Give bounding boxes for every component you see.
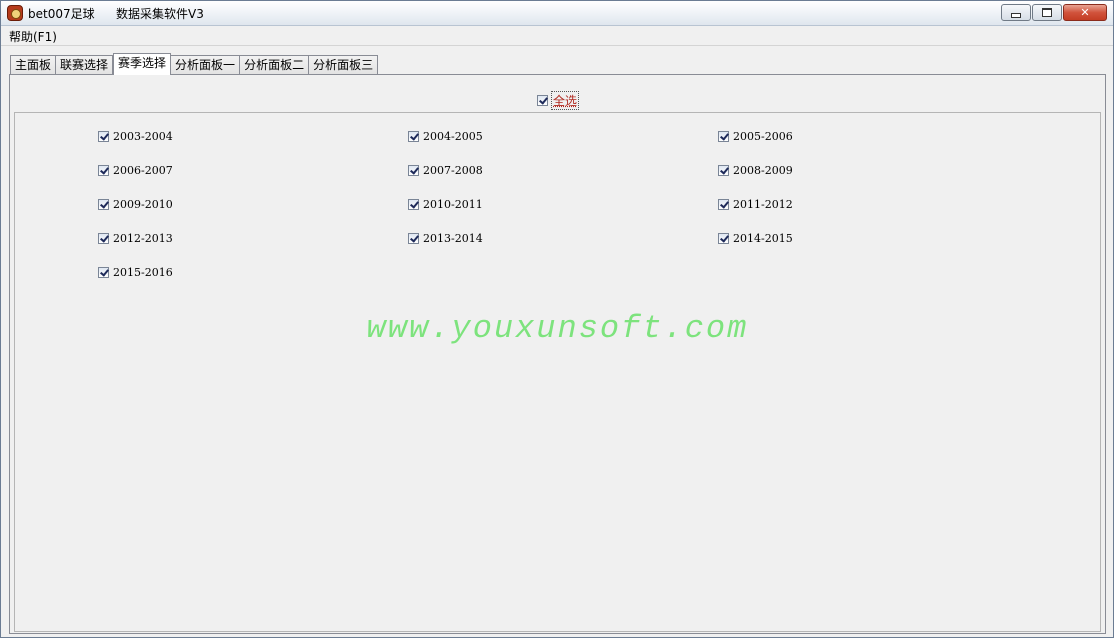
window-subtitle: 数据采集软件V3 [116,7,204,21]
checkbox-box[interactable] [718,164,729,176]
season-label[interactable]: 2003-2004 [113,130,173,143]
season-checkbox[interactable]: 2008-2009 [718,162,793,178]
season-checkbox[interactable]: 2014-2015 [718,230,793,246]
select-all-checkbox[interactable]: 全选 [537,90,580,110]
season-checkbox[interactable]: 2011-2012 [718,196,793,212]
season-checkbox[interactable]: 2015-2016 [98,264,173,280]
checkbox-box[interactable] [98,130,109,142]
checkbox-box[interactable] [718,232,729,244]
select-all-label[interactable]: 全选 [550,90,580,110]
season-label[interactable]: 2009-2010 [113,198,173,211]
season-checkbox[interactable]: 2013-2014 [408,230,483,246]
checkbox-box[interactable] [537,94,548,106]
season-select-panel: 全选 2003-2004 2004-2005 2005-2006 2006-20… [9,74,1106,634]
maximize-button[interactable] [1032,4,1062,21]
season-label[interactable]: 2015-2016 [113,266,173,279]
season-checkbox[interactable]: 2012-2013 [98,230,173,246]
season-checkbox[interactable]: 2004-2005 [408,128,483,144]
minimize-icon [1011,13,1021,18]
checkbox-box[interactable] [408,198,419,210]
tab-analysis-1[interactable]: 分析面板一 [171,55,241,74]
checkbox-box[interactable] [718,198,729,210]
checkbox-box[interactable] [98,266,109,278]
season-label[interactable]: 2008-2009 [733,164,793,177]
season-group-box: 2003-2004 2004-2005 2005-2006 2006-2007 … [14,112,1101,632]
close-button[interactable]: ✕ [1063,4,1107,21]
season-label[interactable]: 2004-2005 [423,130,483,143]
season-checkbox[interactable]: 2007-2008 [408,162,483,178]
checkbox-box[interactable] [98,164,109,176]
close-icon: ✕ [1080,6,1090,19]
window-controls: ✕ [1001,4,1107,22]
watermark-text: www.youxunsoft.com [366,310,749,347]
tab-strip: 主面板 联赛选择 赛季选择 分析面板一 分析面板二 分析面板三 [10,53,379,75]
app-ball-icon [7,5,23,21]
tab-season-select[interactable]: 赛季选择 [113,53,172,75]
season-checkbox[interactable]: 2003-2004 [98,128,173,144]
window-title: bet007足球 [28,7,95,21]
tab-main-panel[interactable]: 主面板 [10,55,57,74]
maximize-icon [1042,8,1052,17]
season-checkbox[interactable]: 2010-2011 [408,196,483,212]
menu-bar: 帮助(F1) [1,26,1113,46]
menu-help[interactable]: 帮助(F1) [9,28,57,45]
season-label[interactable]: 2012-2013 [113,232,173,245]
checkbox-box[interactable] [408,164,419,176]
season-checkbox[interactable]: 2006-2007 [98,162,173,178]
season-label[interactable]: 2013-2014 [423,232,483,245]
season-checkbox[interactable]: 2009-2010 [98,196,173,212]
tab-analysis-3[interactable]: 分析面板三 [309,55,379,74]
season-label[interactable]: 2007-2008 [423,164,483,177]
checkbox-box[interactable] [408,232,419,244]
tab-analysis-2[interactable]: 分析面板二 [240,55,310,74]
season-checkbox[interactable]: 2005-2006 [718,128,793,144]
season-label[interactable]: 2014-2015 [733,232,793,245]
checkbox-box[interactable] [408,130,419,142]
season-label[interactable]: 2010-2011 [423,198,483,211]
checkbox-box[interactable] [98,232,109,244]
app-window: bet007足球 数据采集软件V3 ✕ 帮助(F1) 主面板 联赛选择 赛季选择… [0,0,1114,638]
checkbox-box[interactable] [98,198,109,210]
title-bar[interactable]: bet007足球 数据采集软件V3 ✕ [1,1,1113,26]
season-label[interactable]: 2005-2006 [733,130,793,143]
minimize-button[interactable] [1001,4,1031,21]
checkbox-box[interactable] [718,130,729,142]
season-label[interactable]: 2006-2007 [113,164,173,177]
season-label[interactable]: 2011-2012 [733,198,793,211]
tab-league-select[interactable]: 联赛选择 [56,55,114,74]
